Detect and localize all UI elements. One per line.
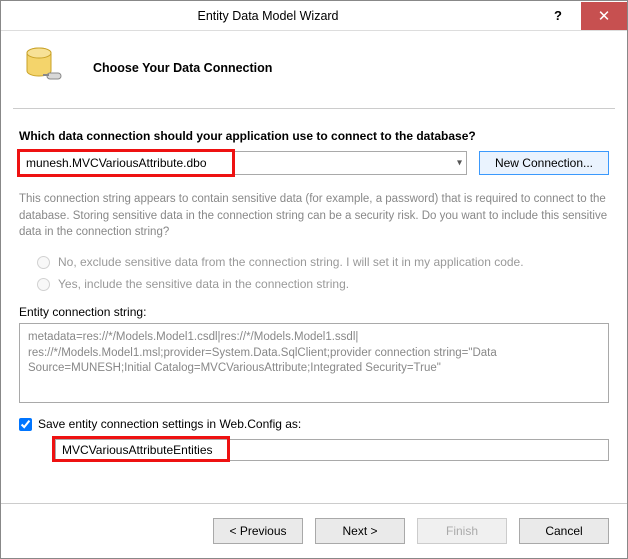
next-button[interactable]: Next > bbox=[315, 518, 405, 544]
conn-string-textbox[interactable]: metadata=res://*/Models.Model1.csdl|res:… bbox=[19, 323, 609, 403]
radio-include-sensitive: Yes, include the sensitive data in the c… bbox=[37, 277, 609, 291]
new-connection-button[interactable]: New Connection... bbox=[479, 151, 609, 175]
window-title: Entity Data Model Wizard bbox=[1, 9, 535, 23]
wizard-header: Choose Your Data Connection bbox=[1, 31, 627, 108]
radio-include-label: Yes, include the sensitive data in the c… bbox=[58, 277, 349, 291]
database-icon bbox=[23, 45, 65, 90]
conn-string-label: Entity connection string: bbox=[19, 305, 609, 319]
step-title: Choose Your Data Connection bbox=[93, 61, 272, 75]
connection-question: Which data connection should your applic… bbox=[19, 129, 609, 143]
save-settings-checkbox-row[interactable]: Save entity connection settings in Web.C… bbox=[19, 417, 609, 431]
save-settings-checkbox[interactable] bbox=[19, 418, 32, 431]
connection-dropdown[interactable]: munesh.MVCVariousAttribute.dbo ▾ bbox=[19, 151, 467, 175]
titlebar: Entity Data Model Wizard ? ✕ bbox=[1, 1, 627, 31]
help-button[interactable]: ? bbox=[535, 2, 581, 30]
close-button[interactable]: ✕ bbox=[581, 2, 627, 30]
radio-exclude-sensitive: No, exclude sensitive data from the conn… bbox=[37, 255, 609, 269]
wizard-footer: < Previous Next > Finish Cancel bbox=[1, 503, 627, 558]
save-settings-label: Save entity connection settings in Web.C… bbox=[38, 417, 301, 431]
cancel-button[interactable]: Cancel bbox=[519, 518, 609, 544]
connection-dropdown-value: munesh.MVCVariousAttribute.dbo bbox=[26, 156, 207, 170]
config-name-input[interactable] bbox=[55, 439, 609, 461]
sensitive-description: This connection string appears to contai… bbox=[19, 191, 609, 241]
previous-button[interactable]: < Previous bbox=[213, 518, 303, 544]
content-area: Which data connection should your applic… bbox=[1, 109, 627, 503]
radio-exclude-input bbox=[37, 256, 50, 269]
finish-button: Finish bbox=[417, 518, 507, 544]
radio-exclude-label: No, exclude sensitive data from the conn… bbox=[58, 255, 524, 269]
chevron-down-icon: ▾ bbox=[457, 158, 462, 169]
radio-include-input bbox=[37, 278, 50, 291]
